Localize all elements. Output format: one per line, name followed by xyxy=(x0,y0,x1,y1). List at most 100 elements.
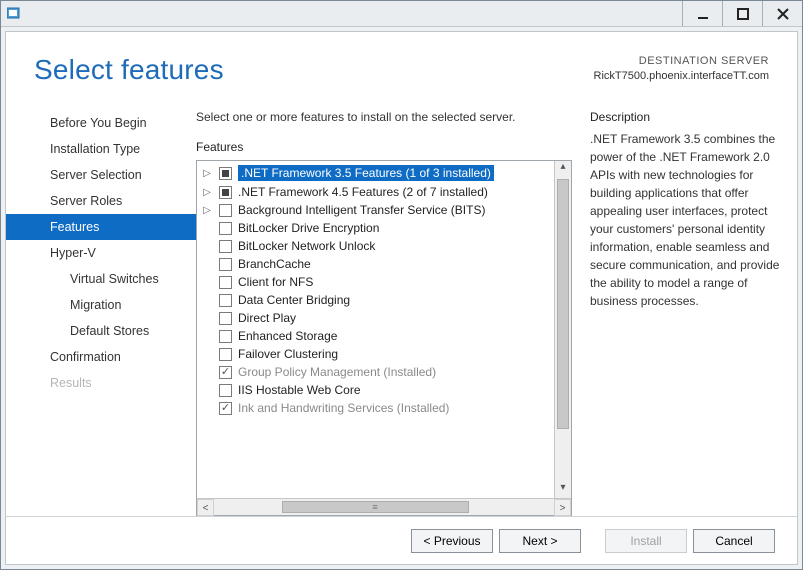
features-label: Features xyxy=(196,140,572,154)
feature-label: Client for NFS xyxy=(238,275,313,289)
sidebar-item-label: Features xyxy=(50,220,99,234)
feature-checkbox[interactable] xyxy=(219,186,232,199)
feature-label: .NET Framework 4.5 Features (2 of 7 inst… xyxy=(238,185,488,199)
destination-label: DESTINATION SERVER xyxy=(594,54,769,69)
feature-checkbox[interactable] xyxy=(219,240,232,253)
app-icon xyxy=(7,6,23,22)
feature-checkbox[interactable] xyxy=(219,204,232,217)
sidebar-item-label: Before You Begin xyxy=(50,116,147,130)
tree-expander-icon[interactable]: ▷ xyxy=(201,205,213,216)
destination-info: DESTINATION SERVER RickT7500.phoenix.int… xyxy=(594,54,769,86)
sidebar-item-label: Hyper-V xyxy=(50,246,96,260)
sidebar-item-label: Confirmation xyxy=(50,350,121,364)
sidebar-item-migration[interactable]: Migration xyxy=(6,292,196,318)
sidebar-item-label: Results xyxy=(50,376,92,390)
feature-row[interactable]: Client for NFS xyxy=(197,273,554,291)
feature-row[interactable]: Data Center Bridging xyxy=(197,291,554,309)
feature-row[interactable]: ▷ .NET Framework 4.5 Features (2 of 7 ins… xyxy=(197,183,554,201)
sidebar-item-server-roles[interactable]: Server Roles xyxy=(6,188,196,214)
feature-row: Group Policy Management (Installed) xyxy=(197,363,554,381)
feature-row[interactable]: BitLocker Network Unlock xyxy=(197,237,554,255)
close-button[interactable] xyxy=(762,1,802,26)
wizard-body: Before You Begin Installation Type Server … xyxy=(6,92,797,516)
destination-server: RickT7500.phoenix.interfaceTT.com xyxy=(594,69,769,84)
sidebar-item-results: Results xyxy=(6,370,196,396)
scroll-left-arrow[interactable]: < xyxy=(197,499,214,516)
wizard-content: Select features DESTINATION SERVER RickT… xyxy=(5,31,798,565)
tree-expander-icon[interactable]: ▷ xyxy=(201,168,213,179)
maximize-button[interactable] xyxy=(722,1,762,26)
feature-label: Direct Play xyxy=(238,311,296,325)
description-label: Description xyxy=(590,110,785,124)
feature-row[interactable]: BitLocker Drive Encryption xyxy=(197,219,554,237)
titlebar xyxy=(1,1,802,27)
feature-checkbox[interactable] xyxy=(219,258,232,271)
feature-checkbox[interactable] xyxy=(219,384,232,397)
feature-label: BitLocker Network Unlock xyxy=(238,239,375,253)
feature-checkbox[interactable] xyxy=(219,330,232,343)
features-box: ▷ .NET Framework 3.5 Features (1 of 3 ins… xyxy=(196,160,572,516)
sidebar: Before You Begin Installation Type Server … xyxy=(6,96,196,516)
feature-label: Group Policy Management (Installed) xyxy=(238,365,436,379)
sidebar-item-label: Server Roles xyxy=(50,194,122,208)
center-column: Select one or more features to install o… xyxy=(196,110,572,516)
instruction-text: Select one or more features to install o… xyxy=(196,110,572,124)
sidebar-item-features[interactable]: Features xyxy=(6,214,196,240)
sidebar-item-hyper-v[interactable]: Hyper-V xyxy=(6,240,196,266)
scroll-up-arrow[interactable]: ▴ xyxy=(555,161,571,177)
sidebar-item-label: Default Stores xyxy=(70,324,149,338)
feature-checkbox[interactable] xyxy=(219,348,232,361)
feature-label: IIS Hostable Web Core xyxy=(238,383,361,397)
feature-checkbox xyxy=(219,402,232,415)
feature-checkbox[interactable] xyxy=(219,312,232,325)
feature-checkbox[interactable] xyxy=(219,167,232,180)
install-button: Install xyxy=(605,529,687,553)
feature-row[interactable]: ▷ Background Intelligent Transfer Service… xyxy=(197,201,554,219)
sidebar-item-installation-type[interactable]: Installation Type xyxy=(6,136,196,162)
scroll-right-arrow[interactable]: > xyxy=(554,499,571,516)
feature-row[interactable]: Enhanced Storage xyxy=(197,327,554,345)
sidebar-item-label: Migration xyxy=(70,298,121,312)
feature-label: Enhanced Storage xyxy=(238,329,337,343)
feature-checkbox[interactable] xyxy=(219,294,232,307)
feature-label: .NET Framework 3.5 Features (1 of 3 inst… xyxy=(238,165,494,181)
sidebar-item-server-selection[interactable]: Server Selection xyxy=(6,162,196,188)
vertical-scrollbar[interactable]: ▴ ▾ xyxy=(554,161,571,498)
description-text: .NET Framework 3.5 combines the power of… xyxy=(590,130,785,310)
tree-expander-icon[interactable]: ▷ xyxy=(201,187,213,198)
feature-row[interactable]: BranchCache xyxy=(197,255,554,273)
sidebar-item-label: Server Selection xyxy=(50,168,142,182)
feature-row[interactable]: Direct Play xyxy=(197,309,554,327)
horizontal-scroll-track[interactable]: ≡ xyxy=(214,499,554,515)
feature-checkbox[interactable] xyxy=(219,222,232,235)
feature-label: Background Intelligent Transfer Service … xyxy=(238,203,485,217)
feature-label: Ink and Handwriting Services (Installed) xyxy=(238,401,449,415)
wizard-window: Select features DESTINATION SERVER RickT… xyxy=(0,0,803,570)
feature-row[interactable]: ▷ .NET Framework 3.5 Features (1 of 3 ins… xyxy=(197,163,554,183)
footer: < Previous Next > Install Cancel xyxy=(6,516,797,564)
feature-label: Data Center Bridging xyxy=(238,293,350,307)
sidebar-item-label: Virtual Switches xyxy=(70,272,159,286)
feature-checkbox[interactable] xyxy=(219,276,232,289)
scroll-down-arrow[interactable]: ▾ xyxy=(555,482,571,498)
horizontal-scroll-thumb[interactable]: ≡ xyxy=(282,501,469,513)
vertical-scroll-thumb[interactable] xyxy=(557,179,569,429)
next-button[interactable]: Next > xyxy=(499,529,581,553)
main-panel: Select one or more features to install o… xyxy=(196,96,785,516)
page-title: Select features xyxy=(34,54,224,86)
previous-button[interactable]: < Previous xyxy=(411,529,493,553)
cancel-button[interactable]: Cancel xyxy=(693,529,775,553)
sidebar-item-label: Installation Type xyxy=(50,142,140,156)
feature-label: BitLocker Drive Encryption xyxy=(238,221,379,235)
feature-row[interactable]: Failover Clustering xyxy=(197,345,554,363)
feature-row[interactable]: IIS Hostable Web Core xyxy=(197,381,554,399)
horizontal-scrollbar[interactable]: < ≡ > xyxy=(197,498,571,515)
minimize-button[interactable] xyxy=(682,1,722,26)
feature-label: Failover Clustering xyxy=(238,347,338,361)
sidebar-item-before-you-begin[interactable]: Before You Begin xyxy=(6,110,196,136)
sidebar-item-confirmation[interactable]: Confirmation xyxy=(6,344,196,370)
sidebar-item-default-stores[interactable]: Default Stores xyxy=(6,318,196,344)
sidebar-item-virtual-switches[interactable]: Virtual Switches xyxy=(6,266,196,292)
description-panel: Description .NET Framework 3.5 combines … xyxy=(590,110,785,516)
feature-checkbox xyxy=(219,366,232,379)
